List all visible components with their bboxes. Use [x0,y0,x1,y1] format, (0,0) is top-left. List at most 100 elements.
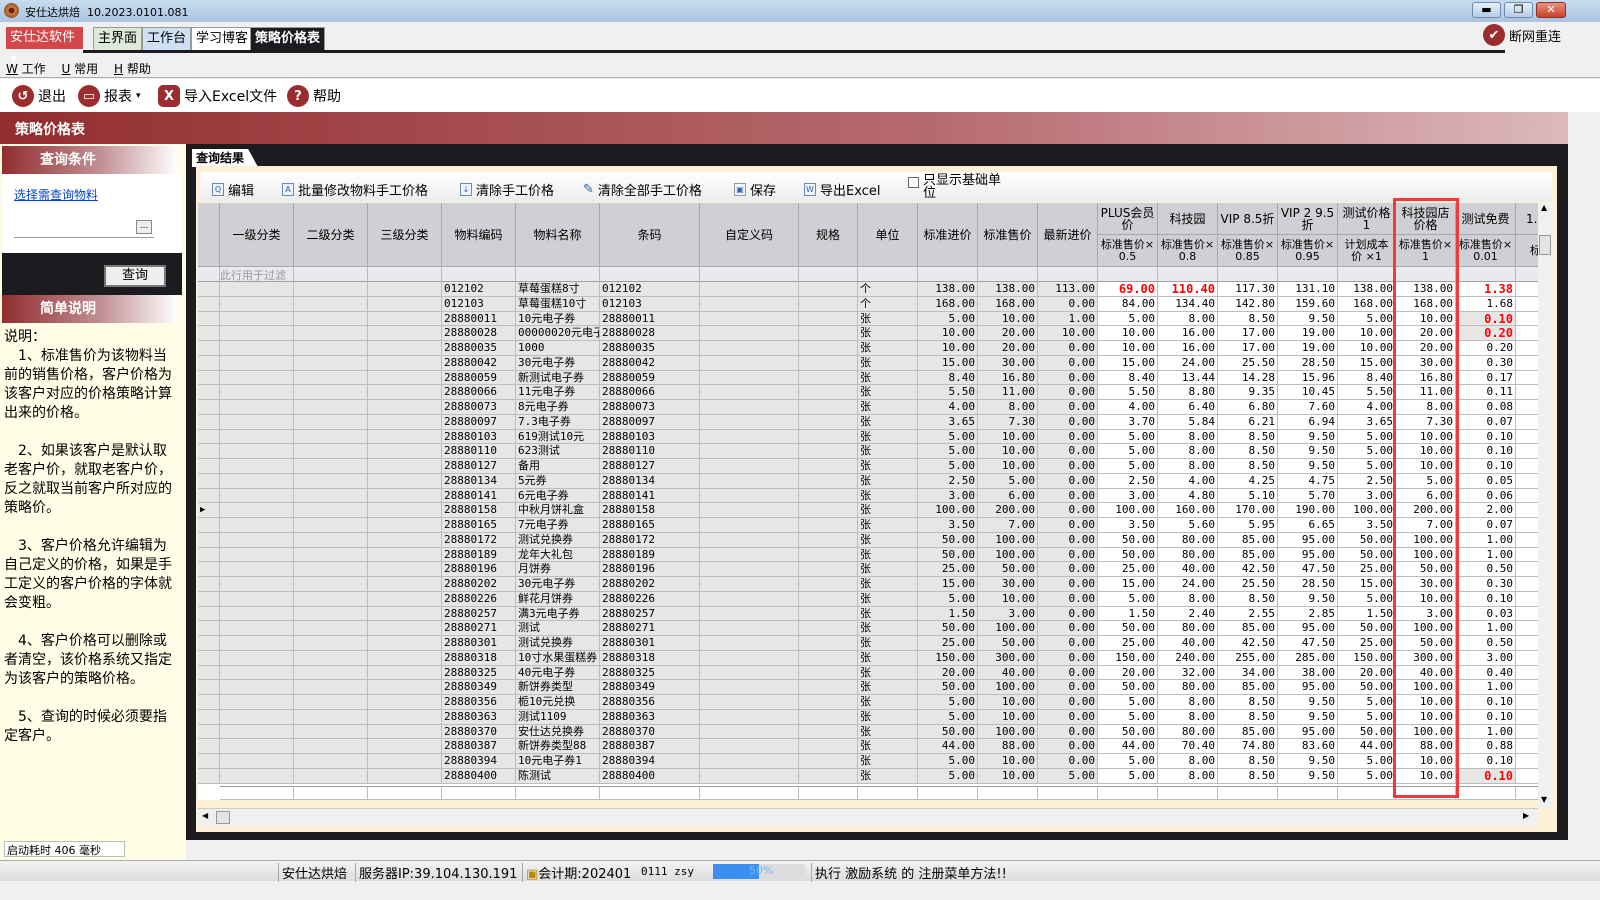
table-cell[interactable] [294,724,368,740]
table-cell[interactable] [294,311,368,327]
table-cell[interactable]: 0.00 [1038,400,1098,415]
table-cell[interactable] [368,562,442,577]
table-cell[interactable]: 8.50 [1218,311,1278,327]
table-cell[interactable] [220,385,294,400]
table-cell[interactable]: 50.00 [1338,547,1396,563]
table-cell[interactable] [220,650,294,666]
table-cell[interactable]: 陈测试 [516,768,600,784]
table-cell[interactable]: 100.00 [918,503,978,518]
table-cell[interactable]: 40.00 [1158,562,1218,577]
table-cell[interactable]: 张 [858,665,918,681]
table-cell[interactable] [1516,370,1538,386]
table-cell[interactable] [368,473,442,489]
table-cell[interactable]: 安仕达兑换券 [516,724,600,740]
table-cell[interactable]: 8.50 [1218,709,1278,725]
table-cell[interactable]: 2.50 [918,473,978,489]
table-cell[interactable]: 4.80 [1158,488,1218,504]
table-cell[interactable] [368,724,442,740]
table-cell[interactable]: 80.00 [1158,532,1218,548]
table-cell[interactable] [799,695,858,710]
column-subheader[interactable]: 标准售价×0.01 [1456,235,1516,267]
table-cell[interactable] [700,459,799,474]
table-cell[interactable]: 张 [858,385,918,400]
table-cell[interactable]: 7.3电子券 [516,414,600,430]
table-cell[interactable] [220,754,294,769]
column-subheader[interactable]: 标准售价×0.85 [1218,235,1278,267]
table-cell[interactable]: 0.00 [1038,444,1098,459]
tab-query-results[interactable]: 查询结果 [192,149,258,167]
table-cell[interactable] [368,296,442,312]
table-cell[interactable]: 88.00 [978,739,1038,754]
table-cell[interactable] [368,488,442,504]
table-cell[interactable]: 0.88 [1456,739,1516,754]
row-header[interactable] [198,341,220,356]
filter-cell[interactable] [1278,267,1338,282]
table-cell[interactable]: 19.00 [1278,326,1338,341]
horizontal-scrollbar[interactable]: ◀ ▶ [198,808,1538,826]
table-cell[interactable]: 15.00 [1098,577,1158,592]
table-cell[interactable]: 28.50 [1278,355,1338,371]
table-cell[interactable]: 0.00 [1038,518,1098,533]
table-cell[interactable]: 0.03 [1456,606,1516,622]
table-cell[interactable]: 28880028 [600,326,700,341]
table-cell[interactable]: 10.45 [1278,385,1338,400]
batch-edit-button[interactable]: A 批量修改物料手工价格 [282,180,428,199]
table-cell[interactable]: 5.00 [918,591,978,607]
column-header[interactable]: 科技园 [1158,203,1218,235]
table-cell[interactable]: 5.95 [1218,518,1278,533]
table-cell[interactable] [799,370,858,386]
table-cell[interactable]: 190.00 [1278,503,1338,518]
table-cell[interactable]: 28880141 [600,488,700,504]
table-cell[interactable]: 3.00 [918,488,978,504]
table-cell[interactable]: 28880318 [600,650,700,666]
table-cell[interactable]: 3.00 [978,606,1038,622]
table-cell[interactable] [1516,665,1538,681]
table-cell[interactable]: 40元电子券 [516,665,600,681]
table-cell[interactable] [700,311,799,327]
table-cell[interactable]: 30元电子券 [516,355,600,371]
table-cell[interactable] [1516,385,1538,400]
scroll-up-icon[interactable]: ▲ [1541,203,1547,212]
table-cell[interactable]: 012102 [442,282,516,297]
table-cell[interactable] [700,665,799,681]
table-cell[interactable]: 16.80 [978,370,1038,386]
table-cell[interactable]: 28880226 [442,591,516,607]
table-cell[interactable]: 张 [858,488,918,504]
table-cell[interactable]: 28880387 [600,739,700,754]
table-cell[interactable] [1516,754,1538,769]
table-cell[interactable]: 5.00 [918,311,978,327]
table-cell[interactable]: 28880158 [600,503,700,518]
table-cell[interactable]: 0.00 [1038,709,1098,725]
table-cell[interactable] [294,680,368,695]
table-cell[interactable] [799,326,858,341]
row-header[interactable] [198,518,220,533]
table-cell[interactable]: 30.00 [978,355,1038,371]
table-cell[interactable]: 9.35 [1218,385,1278,400]
table-cell[interactable]: 10.00 [1038,326,1098,341]
table-cell[interactable]: 28880226 [600,591,700,607]
table-cell[interactable]: 0.05 [1456,473,1516,489]
table-cell[interactable] [294,488,368,504]
column-header[interactable]: VIP 8.5折 [1218,203,1278,235]
table-cell[interactable]: 50.00 [1098,621,1158,636]
table-cell[interactable] [294,414,368,430]
table-cell[interactable]: 255.00 [1218,650,1278,666]
row-header[interactable] [198,414,220,430]
row-header[interactable] [198,370,220,386]
table-cell[interactable] [799,650,858,666]
exit-button[interactable]: ↺ 退出 [12,84,66,108]
column-subheader[interactable]: 标准售价×0.95 [1278,235,1338,267]
table-cell[interactable]: 200.00 [978,503,1038,518]
table-cell[interactable]: 5.00 [1098,709,1158,725]
table-cell[interactable]: 5.84 [1158,414,1218,430]
scroll-left-icon[interactable]: ◀ [202,811,208,820]
table-cell[interactable]: 85.00 [1218,724,1278,740]
table-cell[interactable] [368,768,442,784]
column-header[interactable]: 测试免费 [1456,203,1516,235]
table-cell[interactable]: 28880103 [600,429,700,445]
table-cell[interactable]: 9.50 [1278,429,1338,445]
table-cell[interactable]: 8.40 [918,370,978,386]
table-cell[interactable] [220,341,294,356]
table-cell[interactable]: 28880356 [442,695,516,710]
table-cell[interactable]: 100.00 [978,680,1038,695]
